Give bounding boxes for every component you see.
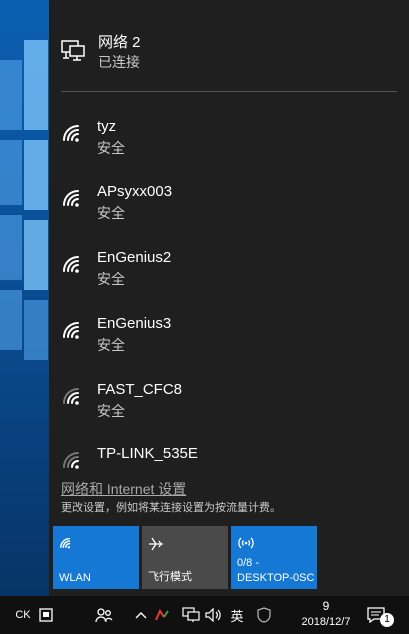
airplane-tile-label: 飞行模式 (148, 571, 192, 583)
wallpaper-pane (24, 140, 48, 210)
wifi-security: 安全 (97, 337, 125, 353)
volume-icon[interactable] (204, 596, 224, 634)
wifi-list-item[interactable]: tyz 安全 (49, 103, 409, 163)
airplane-mode-tile[interactable]: 飞行模式 (142, 526, 228, 589)
wlan-toggle-tile[interactable]: WLAN (53, 526, 139, 589)
wifi-security: 安全 (97, 271, 125, 287)
network-tray-icon[interactable] (180, 596, 202, 634)
hotspot-tile-label: DESKTOP-0SC (237, 572, 315, 584)
wallpaper-pane (24, 300, 48, 360)
wifi-ssid: FAST_CFC8 (97, 381, 183, 398)
connected-network[interactable]: 网络 2 已连接 (49, 0, 409, 88)
wifi-signal-icon (61, 122, 87, 149)
wired-network-icon (61, 40, 85, 67)
mobile-hotspot-tile[interactable]: 0/8 - DESKTOP-0SC (231, 526, 317, 589)
wifi-list-item[interactable]: EnGenius3 安全 (49, 300, 409, 360)
divider (61, 91, 397, 92)
network-settings-link[interactable]: 网络和 Internet 设置 (61, 479, 186, 499)
wifi-list-item[interactable]: EnGenius2 安全 (49, 234, 409, 294)
wallpaper-pane (24, 220, 48, 290)
wifi-ssid: EnGenius3 (97, 315, 172, 332)
ime-mode-icon[interactable] (36, 596, 56, 634)
network-flyout: 网络 2 已连接 tyz 安全 APsyxx003 安全 EnGenius2 安… (49, 0, 409, 596)
wallpaper-pane (0, 60, 22, 130)
wifi-ssid: EnGenius2 (97, 249, 172, 266)
airplane-icon (148, 536, 164, 557)
wifi-ssid: APsyxx003 (97, 183, 173, 200)
network-settings-description: 更改设置，例如将某连接设置为按流量计费。 (61, 502, 281, 514)
input-language[interactable]: 英 (228, 596, 246, 634)
wallpaper-pane (0, 140, 22, 205)
wifi-list-item[interactable]: TP-LINK_535E (49, 430, 409, 470)
clock-time: 9 (322, 599, 330, 613)
shield-icon[interactable] (254, 596, 274, 634)
wlan-tile-label: WLAN (59, 572, 91, 584)
wallpaper-pane (24, 40, 48, 130)
wifi-list-item[interactable]: APsyxx003 安全 (49, 168, 409, 228)
wallpaper-pane (0, 215, 22, 280)
wifi-security: 安全 (97, 140, 125, 156)
chevron-up-icon[interactable] (133, 596, 149, 634)
wifi-ssid: TP-LINK_535E (97, 445, 198, 462)
wifi-list-item[interactable]: FAST_CFC8 安全 (49, 366, 409, 426)
connected-network-status: 已连接 (98, 54, 140, 70)
hotspot-icon (237, 536, 255, 555)
notification-count-badge: 1 (380, 613, 394, 627)
wifi-security: 安全 (97, 205, 125, 221)
clock-date: 2018/12/7 (301, 616, 351, 628)
taskbar: CK 英 9 2018/12/7 (0, 596, 409, 634)
wifi-signal-icon (61, 385, 87, 412)
wifi-signal-icon (61, 319, 87, 346)
wifi-signal-icon (61, 187, 87, 214)
wifi-signal-icon (61, 253, 87, 280)
hotspot-count: 0/8 - (237, 557, 260, 569)
wifi-ssid: tyz (97, 118, 117, 135)
wifi-security: 安全 (97, 403, 125, 419)
wallpaper-pane (0, 290, 22, 350)
wifi-network-list: tyz 安全 APsyxx003 安全 EnGenius2 安全 EnGeniu… (49, 103, 409, 470)
app-tray-icon[interactable] (152, 596, 172, 634)
people-icon[interactable] (93, 596, 115, 634)
connected-network-name: 网络 2 (98, 34, 141, 51)
wifi-signal-icon (61, 449, 87, 470)
system-clock[interactable]: 9 2018/12/7 (296, 596, 356, 634)
wifi-icon (59, 536, 75, 555)
ime-label[interactable]: CK (14, 596, 32, 634)
